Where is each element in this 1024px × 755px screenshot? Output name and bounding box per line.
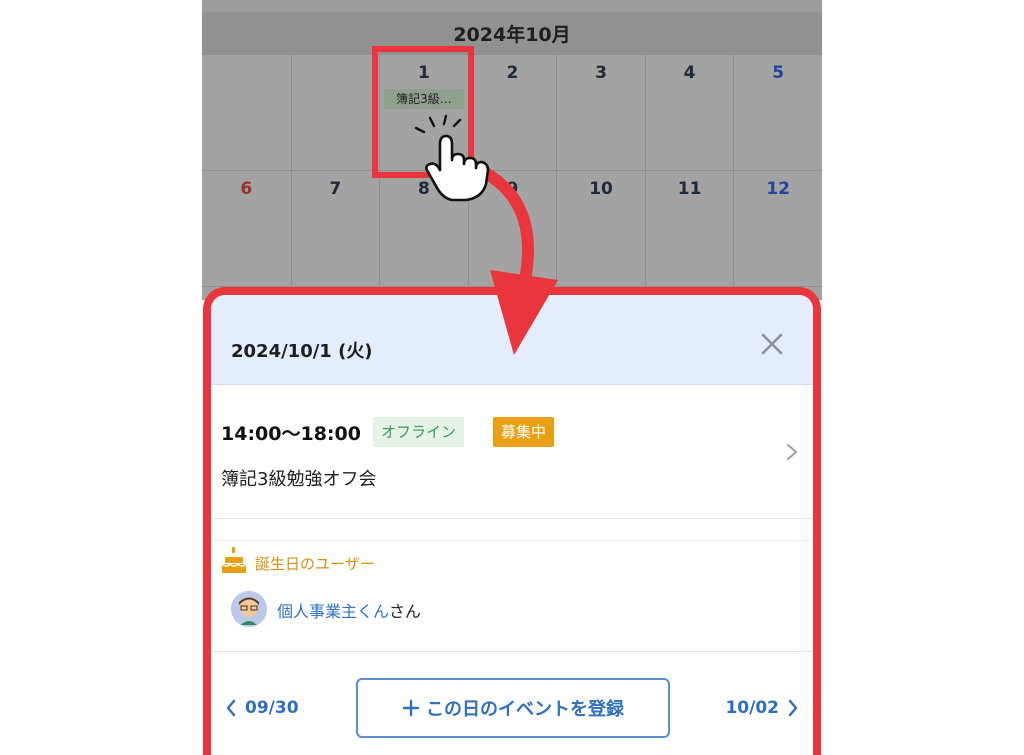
calendar-month-title: 2024年10月 <box>202 12 822 54</box>
day-number: 2 <box>506 63 519 83</box>
day-number: 4 <box>683 63 696 83</box>
honorific: さん <box>389 602 422 621</box>
day-number: 7 <box>329 179 342 199</box>
chevron-left-icon <box>226 699 236 717</box>
offline-badge: オフライン <box>373 417 465 447</box>
day-number: 12 <box>766 179 790 199</box>
event-time: 14:00〜18:00 <box>221 423 361 445</box>
day-number: 6 <box>240 179 253 199</box>
calendar-day-cell[interactable]: 5 <box>733 55 822 170</box>
calendar-day-cell <box>202 55 291 170</box>
event-list-item[interactable]: 14:00〜18:00 オフライン 募集中 簿記3級勉強オフ会 <box>211 385 813 519</box>
prev-day-label: 09/30 <box>245 698 299 718</box>
birthday-cake-icon <box>221 547 247 573</box>
add-event-button[interactable]: この日のイベントを登録 <box>356 678 670 738</box>
calendar-day-cell[interactable]: 11 <box>644 171 734 286</box>
birthday-users-section: 誕生日のユーザー 個人事業主くんさん <box>211 540 813 652</box>
chevron-right-icon <box>787 444 797 460</box>
calendar-top-bar <box>202 0 822 12</box>
birthday-user: 個人事業主くんさん <box>277 598 421 622</box>
birthday-user-link[interactable]: 個人事業主くん <box>277 602 389 621</box>
next-day-link[interactable]: 10/02 <box>725 695 799 721</box>
day-number: 3 <box>595 63 607 83</box>
next-day-label: 10/02 <box>725 698 779 718</box>
prev-day-link[interactable]: 09/30 <box>225 695 299 721</box>
calendar-day-cell[interactable]: 4 <box>644 55 734 170</box>
calendar-day-cell[interactable]: 6 <box>202 171 291 286</box>
panel-date-title: 2024/10/1 (火) <box>231 341 373 362</box>
pointing-hand-icon <box>414 114 490 202</box>
calendar-day-cell[interactable]: 7 <box>290 171 380 286</box>
close-icon[interactable] <box>757 329 787 359</box>
birthday-heading: 誕生日のユーザー <box>255 555 375 573</box>
day-number: 5 <box>772 63 785 83</box>
avatar-icon[interactable] <box>231 591 267 627</box>
event-title: 簿記3級勉強オフ会 <box>221 469 377 490</box>
chevron-right-icon <box>788 699 798 717</box>
calendar-day-cell <box>290 55 380 170</box>
day-number: 11 <box>677 179 702 199</box>
status-badge: 募集中 <box>493 417 555 447</box>
plus-icon <box>402 699 420 717</box>
calendar-day-cell[interactable]: 12 <box>733 171 822 286</box>
add-event-label: この日のイベントを登録 <box>426 699 624 720</box>
